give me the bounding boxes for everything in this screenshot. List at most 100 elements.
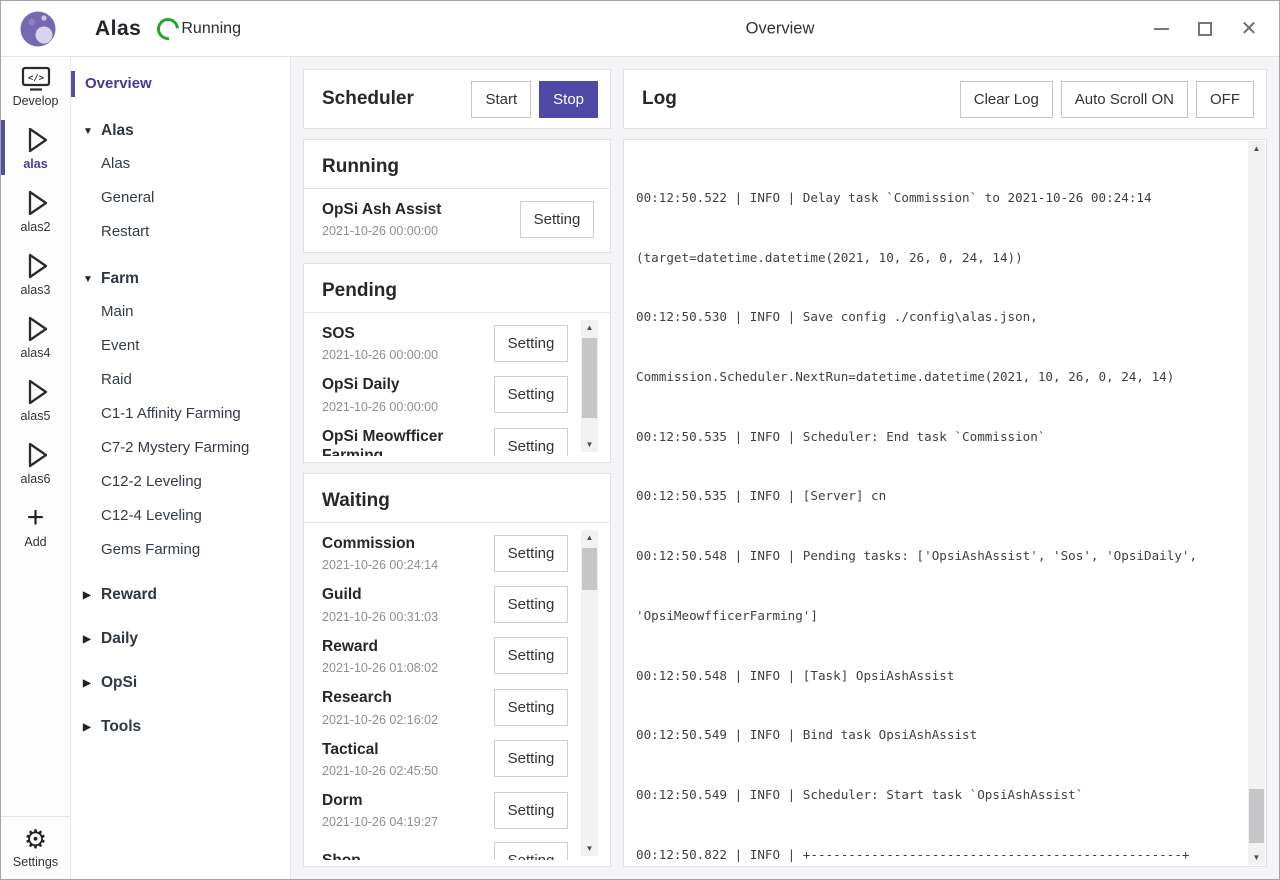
task-row: Guild 2021-10-26 00:31:03 Setting — [322, 578, 568, 629]
setting-button[interactable]: Setting — [494, 792, 568, 829]
scroll-up-icon[interactable]: ▲ — [581, 320, 598, 335]
nav-item-overview[interactable]: Overview — [71, 73, 290, 103]
stop-button[interactable]: Stop — [539, 81, 598, 118]
log-line: 00:12:50.822 | INFO | +-----------------… — [636, 845, 1240, 865]
setting-button[interactable]: Setting — [494, 376, 568, 413]
scrollbar-thumb[interactable] — [582, 338, 597, 418]
title-bar: Alas Running Overview ✕ — [1, 1, 1279, 57]
log-line: 'OpsiMeowfficerFarming'] — [636, 606, 1240, 626]
task-info: Dorm 2021-10-26 04:19:27 — [322, 791, 438, 829]
rail-item-label: alas3 — [1, 283, 70, 297]
task-info: Research 2021-10-26 02:16:02 — [322, 688, 438, 726]
setting-button[interactable]: Setting — [494, 689, 568, 726]
close-button[interactable]: ✕ — [1227, 9, 1271, 49]
play-icon — [20, 188, 52, 218]
nav-item-event[interactable]: Event — [71, 331, 290, 365]
auto-scroll-on-button[interactable]: Auto Scroll ON — [1061, 81, 1188, 118]
setting-button[interactable]: Setting — [520, 201, 594, 238]
task-info: Commission 2021-10-26 00:24:14 — [322, 534, 438, 572]
auto-scroll-off-button[interactable]: OFF — [1196, 81, 1254, 118]
setting-button[interactable]: Setting — [494, 428, 568, 456]
nav-section-alas[interactable]: ▼Alas — [71, 115, 290, 149]
task-name: OpSi Ash Assist — [322, 200, 441, 219]
nav-item-c12-4-leveling[interactable]: C12-4 Leveling — [71, 501, 290, 535]
scrollbar-thumb[interactable] — [1249, 789, 1264, 843]
scrollbar-thumb[interactable] — [582, 548, 597, 590]
rail-item-settings[interactable]: ⚙ Settings — [1, 816, 70, 879]
rail-item-alas2[interactable]: alas2 — [1, 179, 70, 242]
rail-item-alas4[interactable]: alas4 — [1, 305, 70, 368]
pending-scrollbar[interactable]: ▲ ▼ — [581, 320, 598, 452]
setting-button[interactable]: Setting — [494, 586, 568, 623]
minimize-button[interactable] — [1139, 9, 1183, 49]
close-icon: ✕ — [1241, 19, 1258, 39]
task-name: Shop — [322, 851, 361, 860]
log-line: 00:12:50.549 | INFO | Scheduler: Start t… — [636, 785, 1240, 805]
pending-task-list[interactable]: SOS 2021-10-26 00:00:00 Setting OpSi Dai… — [304, 313, 610, 456]
rail-item-alas5[interactable]: alas5 — [1, 368, 70, 431]
play-icon — [20, 251, 52, 281]
rail-item-alas3[interactable]: alas3 — [1, 242, 70, 305]
chevron-right-icon: ▶ — [83, 668, 101, 700]
task-info: Guild 2021-10-26 00:31:03 — [322, 585, 438, 623]
rail-item-add[interactable]: + Add — [1, 494, 70, 557]
scroll-down-icon[interactable]: ▼ — [581, 437, 598, 452]
nav-section-label: Tools — [101, 718, 141, 735]
nav-item-raid[interactable]: Raid — [71, 365, 290, 399]
scroll-down-icon[interactable]: ▼ — [1248, 850, 1265, 865]
waiting-task-list[interactable]: Commission 2021-10-26 00:24:14 Setting G… — [304, 523, 610, 860]
nav-section-opsi[interactable]: ▶OpSi — [71, 667, 290, 701]
task-name: Reward — [322, 637, 438, 656]
start-button[interactable]: Start — [471, 81, 531, 118]
nav-section-tools[interactable]: ▶Tools — [71, 711, 290, 745]
play-icon — [20, 125, 52, 155]
nav-item-alas[interactable]: Alas — [71, 149, 290, 183]
setting-button[interactable]: Setting — [494, 637, 568, 674]
pending-group-title: Pending — [304, 276, 610, 313]
run-status-label: Running — [181, 20, 241, 38]
nav-section-daily[interactable]: ▶Daily — [71, 623, 290, 657]
clear-log-button[interactable]: Clear Log — [960, 81, 1053, 118]
log-scrollbar[interactable]: ▲ ▼ — [1248, 141, 1265, 865]
rail-item-alas6[interactable]: alas6 — [1, 431, 70, 494]
nav-item-c12-2-leveling[interactable]: C12-2 Leveling — [71, 467, 290, 501]
task-info: OpSi Ash Assist 2021-10-26 00:00:00 — [322, 200, 441, 238]
nav-item-gems-farming[interactable]: Gems Farming — [71, 535, 290, 569]
develop-icon: </> — [19, 66, 53, 92]
scroll-up-icon[interactable]: ▲ — [581, 530, 598, 545]
nav-item-restart[interactable]: Restart — [71, 217, 290, 251]
task-info: OpSi Meowfficer Farming — [322, 427, 494, 456]
nav-menu: Overview ▼Alas Alas General Restart ▼Far… — [71, 57, 291, 879]
rail-item-label: alas — [1, 157, 70, 171]
nav-item-main[interactable]: Main — [71, 297, 290, 331]
task-row: Shop Setting — [322, 835, 568, 860]
log-line: 00:12:50.535 | INFO | [Server] cn — [636, 486, 1240, 506]
nav-item-c7-2-mystery-farming[interactable]: C7-2 Mystery Farming — [71, 433, 290, 467]
log-view[interactable]: 00:12:50.522 | INFO | Delay task `Commis… — [623, 139, 1267, 867]
task-name: SOS — [322, 324, 438, 343]
setting-button[interactable]: Setting — [494, 325, 568, 362]
app-window: Alas Running Overview ✕ </> Develop alas — [0, 0, 1280, 880]
rail-item-label: Add — [1, 535, 70, 549]
setting-button[interactable]: Setting — [494, 535, 568, 572]
nav-item-c1-1-affinity-farming[interactable]: C1-1 Affinity Farming — [71, 399, 290, 433]
nav-section-farm[interactable]: ▼Farm — [71, 263, 290, 297]
setting-button[interactable]: Setting — [494, 842, 568, 860]
waiting-scrollbar[interactable]: ▲ ▼ — [581, 530, 598, 856]
scroll-down-icon[interactable]: ▼ — [581, 841, 598, 856]
setting-button[interactable]: Setting — [494, 740, 568, 777]
log-line: Commission.Scheduler.NextRun=datetime.da… — [636, 367, 1240, 387]
rail-item-label: alas6 — [1, 472, 70, 486]
nav-item-general[interactable]: General — [71, 183, 290, 217]
task-info: Reward 2021-10-26 01:08:02 — [322, 637, 438, 675]
scroll-up-icon[interactable]: ▲ — [1248, 141, 1265, 156]
rail-item-develop[interactable]: </> Develop — [1, 57, 70, 116]
task-name: Dorm — [322, 791, 438, 810]
task-next-run-time: 2021-10-26 01:08:02 — [322, 661, 438, 675]
maximize-button[interactable] — [1183, 9, 1227, 49]
log-header-card: Log Clear Log Auto Scroll ON OFF — [623, 69, 1267, 129]
nav-section-reward[interactable]: ▶Reward — [71, 579, 290, 613]
task-info: OpSi Daily 2021-10-26 00:00:00 — [322, 375, 438, 413]
rail-item-alas[interactable]: alas — [1, 116, 70, 179]
rail-item-label: alas2 — [1, 220, 70, 234]
